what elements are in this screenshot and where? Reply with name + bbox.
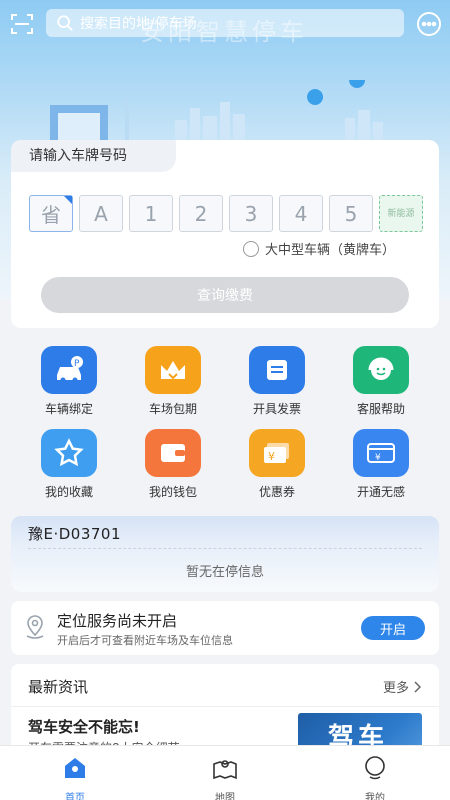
news-item-title[interactable]: 驾车安全不能忘! — [28, 716, 140, 737]
news-card: 最新资讯 更多 驾车安全不能忘! 开车需要注意的8大安全细节 驾车 — [11, 664, 439, 754]
query-pay-button[interactable]: 查询缴费 — [41, 277, 409, 313]
service-label: 客服帮助 — [356, 402, 405, 416]
car-bind-icon: P — [41, 346, 97, 394]
service-auto-pay[interactable]: ¥ 开通无感 — [331, 429, 431, 500]
news-more-label: 更多 — [382, 681, 409, 696]
new-energy-char: 源 — [405, 209, 415, 219]
plate-cell-4[interactable]: 3 — [229, 195, 273, 232]
service-label: 我的钱包 — [148, 485, 197, 499]
search-icon — [57, 15, 73, 31]
plate-input-card: 请输入车牌号码 省 A 1 2 3 4 5 新 能 源 大中型车辆（黄牌车） 查… — [11, 140, 439, 328]
wallet-icon — [145, 429, 201, 477]
plate-cell-1[interactable]: A — [79, 195, 123, 232]
svg-text:P: P — [74, 359, 80, 369]
big-vehicle-label: 大中型车辆（黄牌车） — [265, 243, 396, 258]
service-invoice[interactable]: 开具发票 — [227, 346, 327, 417]
plate-cell-province[interactable]: 省 — [29, 195, 73, 232]
services-grid: P 车辆绑定 车场包期 开具发票 客服帮助 我的收藏 我的钱包 ¥ 优惠券 ¥ … — [0, 340, 450, 505]
plate-cells: 省 A 1 2 3 4 5 新 能 源 — [29, 195, 423, 232]
service-label: 车场包期 — [148, 402, 197, 416]
new-energy-char: 能 — [396, 209, 406, 219]
tab-label: 地图 — [215, 793, 235, 800]
service-favorites[interactable]: 我的收藏 — [19, 429, 119, 500]
map-icon — [213, 760, 237, 780]
plate-cell-new-energy[interactable]: 新 能 源 — [379, 195, 423, 232]
bottom-tab-bar: 首页 地图 我的 — [0, 745, 450, 800]
tab-home[interactable]: 首页 — [35, 755, 115, 800]
tab-profile[interactable]: 我的 — [335, 755, 415, 800]
home-icon — [65, 758, 85, 778]
service-vehicle-bind[interactable]: P 车辆绑定 — [19, 346, 119, 417]
big-vehicle-radio[interactable] — [243, 240, 259, 257]
vehicle-status: 暂无在停信息 — [185, 565, 264, 580]
news-more-link[interactable]: 更多 — [383, 677, 421, 696]
location-pin-icon — [26, 615, 44, 639]
search-bar[interactable]: 搜索目的地/停车场 — [46, 9, 404, 37]
service-label: 我的收藏 — [44, 485, 93, 499]
plate-cell-5[interactable]: 4 — [279, 195, 323, 232]
vehicle-plate: 豫E·D03701 — [28, 525, 122, 543]
search-placeholder: 搜索目的地/停车场 — [80, 16, 197, 32]
plate-card-title: 请输入车牌号码 — [11, 140, 176, 172]
vehicle-status-card[interactable]: 豫E·D03701 暂无在停信息 — [11, 516, 439, 592]
profile-icon — [365, 756, 385, 780]
divider — [28, 548, 422, 549]
service-label: 开具发票 — [252, 402, 301, 416]
divider — [11, 706, 439, 707]
service-parking-package[interactable]: 车场包期 — [123, 346, 223, 417]
plate-cell-6[interactable]: 5 — [329, 195, 373, 232]
location-service-card: 定位服务尚未开启 开启后才可查看附近车场及车位信息 开启 — [11, 601, 439, 655]
location-subtitle: 开启后才可查看附近车场及车位信息 — [57, 634, 233, 647]
card-yen-icon: ¥ — [353, 429, 409, 477]
message-bubble-icon[interactable] — [416, 11, 442, 37]
service-label: 开通无感 — [356, 485, 405, 499]
svg-text:¥: ¥ — [375, 453, 381, 463]
service-wallet[interactable]: 我的钱包 — [123, 429, 223, 500]
scan-icon[interactable] — [10, 12, 34, 36]
tab-map[interactable]: 地图 — [185, 755, 265, 800]
enable-location-button[interactable]: 开启 — [361, 616, 425, 640]
service-label: 优惠券 — [258, 485, 295, 499]
big-vehicle-option[interactable]: 大中型车辆（黄牌车） — [243, 239, 395, 258]
tab-label: 我的 — [365, 793, 385, 800]
chevron-right-icon — [414, 680, 421, 693]
coupon-icon: ¥ — [249, 429, 305, 477]
location-title: 定位服务尚未开启 — [57, 612, 178, 630]
news-heading: 最新资讯 — [28, 678, 89, 696]
support-headset-icon — [353, 346, 409, 394]
service-coupon[interactable]: ¥ 优惠券 — [227, 429, 327, 500]
invoice-icon — [249, 346, 305, 394]
star-icon — [41, 429, 97, 477]
tab-label: 首页 — [65, 793, 85, 800]
service-label: 车辆绑定 — [44, 402, 93, 416]
service-support[interactable]: 客服帮助 — [331, 346, 431, 417]
plate-cell-2[interactable]: 1 — [129, 195, 173, 232]
svg-text:¥: ¥ — [268, 450, 275, 463]
plate-cell-3[interactable]: 2 — [179, 195, 223, 232]
new-energy-char: 新 — [387, 209, 397, 219]
crown-icon — [145, 346, 201, 394]
